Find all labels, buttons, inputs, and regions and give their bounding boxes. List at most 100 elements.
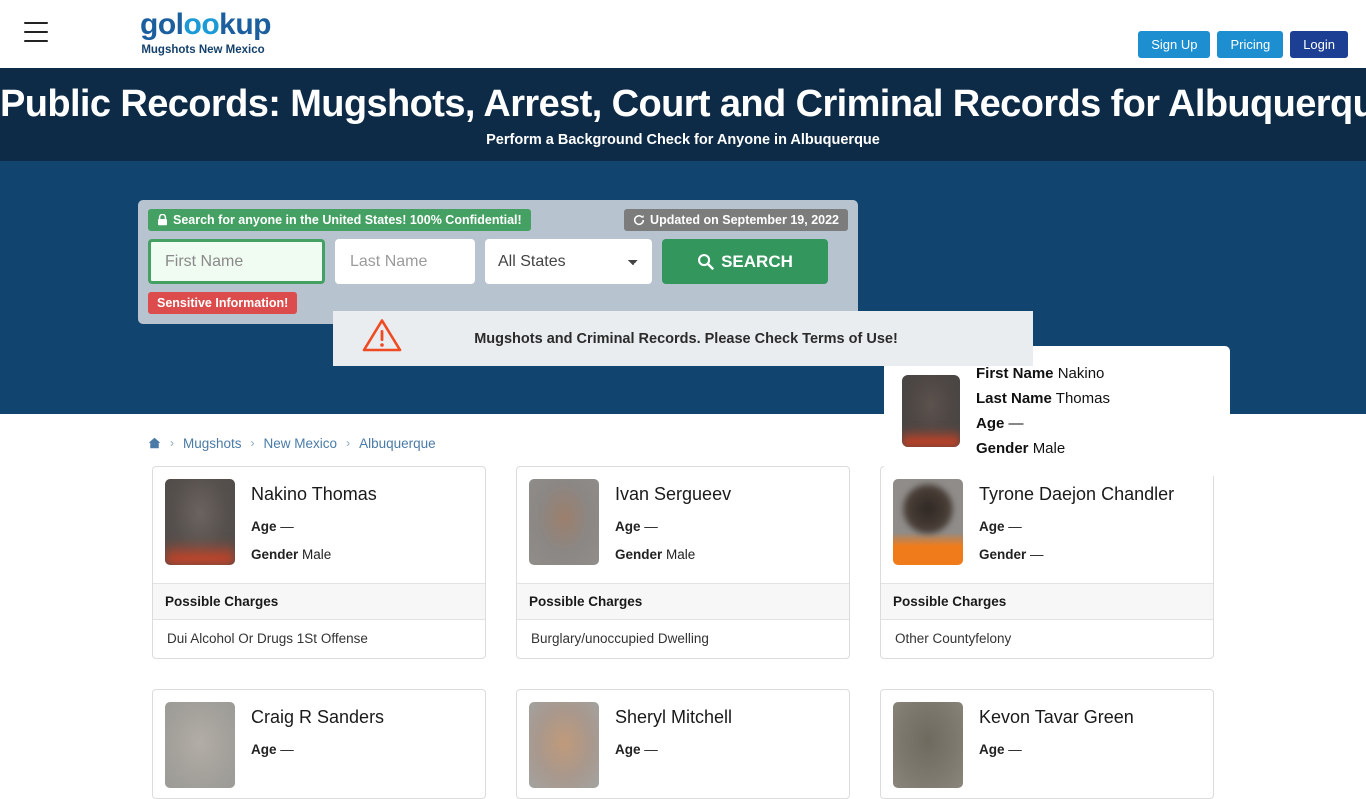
- age-value: —: [644, 519, 658, 534]
- gender-value: Male: [302, 547, 332, 562]
- updated-badge-text: Updated on September 19, 2022: [650, 213, 839, 227]
- person-name: Sheryl Mitchell: [615, 707, 733, 727]
- person-age-row: Age —: [979, 517, 1174, 537]
- person-age-row: Age —: [251, 740, 384, 760]
- logo-text-accent: oo: [183, 8, 220, 41]
- age-label: Age: [251, 742, 277, 757]
- top-actions: Sign Up Pricing Login: [1138, 31, 1348, 58]
- search-button[interactable]: SEARCH: [662, 239, 828, 284]
- state-select[interactable]: All States: [485, 239, 652, 284]
- person-name: Craig R Sanders: [251, 707, 385, 727]
- terms-warning-banner: Mugshots and Criminal Records. Please Ch…: [333, 311, 1033, 366]
- result-card-top: Craig R Sanders Age —: [153, 690, 485, 798]
- charges-header: Possible Charges: [517, 583, 849, 620]
- search-panel-badges: Search for anyone in the United States! …: [148, 209, 848, 231]
- person-gender-row: Gender Male: [251, 545, 377, 565]
- breadcrumb-separator: ›: [170, 436, 174, 450]
- result-card[interactable]: Nakino Thomas Age — Gender Male Possible…: [152, 466, 486, 659]
- mugshot-photo: [893, 702, 963, 788]
- featured-first-name-label: First Name: [976, 365, 1054, 382]
- mugshot-photo: [529, 702, 599, 788]
- charges-header: Possible Charges: [153, 583, 485, 620]
- gender-label: Gender: [251, 547, 299, 562]
- warning-icon-holder: [361, 317, 407, 360]
- featured-person-photo: [902, 375, 960, 447]
- first-name-input[interactable]: [148, 239, 325, 284]
- charges-header: Possible Charges: [881, 583, 1213, 620]
- mugshot-photo: [165, 702, 235, 788]
- hamburger-menu-icon[interactable]: [24, 22, 48, 42]
- lock-icon: [158, 214, 167, 226]
- age-value: —: [1008, 519, 1022, 534]
- featured-person-details: First Name Nakino Last Name Thomas Age —…: [976, 361, 1110, 461]
- result-card-info: Ivan Sergueev Age — Gender Male: [615, 479, 731, 573]
- breadcrumb-separator: ›: [346, 436, 351, 450]
- charge-text: Burglary/unoccupied Dwelling: [531, 631, 709, 646]
- age-value: —: [280, 742, 294, 757]
- logo-text-before: gol: [140, 8, 184, 41]
- featured-gender-label: Gender: [976, 440, 1029, 457]
- page-title: Public Records: Mugshots, Arrest, Court …: [0, 83, 1366, 125]
- age-label: Age: [615, 519, 641, 534]
- age-value: —: [280, 519, 294, 534]
- signup-button[interactable]: Sign Up: [1138, 31, 1211, 58]
- featured-gender-row: Gender Male: [976, 436, 1110, 461]
- brand-logo[interactable]: golookup Mugshots New Mexico: [140, 8, 271, 57]
- age-value: —: [644, 742, 658, 757]
- results-grid: Nakino Thomas Age — Gender Male Possible…: [0, 458, 1366, 799]
- pricing-button[interactable]: Pricing: [1217, 31, 1284, 58]
- charge-text: Other Countyfelony: [895, 631, 1012, 646]
- breadcrumb-item-albuquerque: Albuquerque: [359, 435, 436, 451]
- charge-text: Dui Alcohol Or Drugs 1St Offense: [167, 631, 368, 646]
- terms-warning: Mugshots and Criminal Records. Please Ch…: [333, 311, 1033, 366]
- login-button[interactable]: Login: [1290, 31, 1348, 58]
- person-age-row: Age —: [615, 740, 732, 760]
- person-gender-row: Gender Male: [615, 545, 731, 565]
- result-card[interactable]: Tyrone Daejon Chandler Age — Gender — Po…: [880, 466, 1214, 659]
- result-card-info: Craig R Sanders Age —: [251, 702, 384, 788]
- featured-age-value: —: [1008, 415, 1024, 432]
- featured-last-name-value: Thomas: [1055, 390, 1110, 407]
- last-name-input[interactable]: [335, 239, 475, 284]
- age-value: —: [1008, 742, 1022, 757]
- featured-age-label: Age: [976, 415, 1005, 432]
- featured-gender-value: Male: [1032, 440, 1066, 457]
- top-bar: golookup Mugshots New Mexico Sign Up Pri…: [0, 0, 1366, 68]
- hero-body: Search for anyone in the United States! …: [0, 161, 1366, 476]
- person-name: Kevon Tavar Green: [979, 707, 1134, 727]
- gender-label: Gender: [979, 547, 1027, 562]
- result-card[interactable]: Ivan Sergueev Age — Gender Male Possible…: [516, 466, 850, 659]
- age-label: Age: [979, 742, 1005, 757]
- result-card-top: Tyrone Daejon Chandler Age — Gender —: [881, 467, 1213, 583]
- gender-label: Gender: [615, 547, 663, 562]
- search-icon: [698, 254, 714, 270]
- result-card[interactable]: Kevon Tavar Green Age —: [880, 689, 1214, 799]
- breadcrumb-item-mugshots[interactable]: Mugshots: [183, 436, 242, 451]
- featured-last-name-label: Last Name: [976, 390, 1052, 407]
- mugshot-photo: [165, 479, 235, 565]
- terms-warning-text: Mugshots and Criminal Records. Please Ch…: [474, 330, 898, 347]
- gender-value: —: [1030, 547, 1044, 562]
- result-card[interactable]: Craig R Sanders Age —: [152, 689, 486, 799]
- result-card-info: Nakino Thomas Age — Gender Male: [251, 479, 377, 573]
- gender-value: Male: [666, 547, 696, 562]
- home-icon[interactable]: [148, 437, 161, 449]
- result-card-info: Kevon Tavar Green Age —: [979, 702, 1134, 788]
- age-label: Age: [979, 519, 1005, 534]
- warning-triangle-icon: [362, 319, 402, 352]
- page-subtitle: Perform a Background Check for Anyone in…: [486, 132, 880, 148]
- refresh-icon: [634, 215, 645, 226]
- sensitive-info-badge: Sensitive Information!: [148, 292, 298, 314]
- result-card-top: Sheryl Mitchell Age —: [517, 690, 849, 798]
- breadcrumb-item-new-mexico[interactable]: New Mexico: [264, 436, 338, 451]
- search-panel: Search for anyone in the United States! …: [138, 200, 858, 324]
- confidential-badge-text: Search for anyone in the United States! …: [173, 213, 522, 227]
- person-age-row: Age —: [615, 517, 731, 537]
- result-card[interactable]: Sheryl Mitchell Age —: [516, 689, 850, 799]
- featured-last-name-row: Last Name Thomas: [976, 386, 1110, 411]
- updated-badge: Updated on September 19, 2022: [624, 209, 848, 231]
- person-age-row: Age —: [979, 740, 1134, 760]
- age-label: Age: [251, 519, 277, 534]
- person-name: Ivan Sergueev: [615, 484, 732, 504]
- person-name: Nakino Thomas: [251, 484, 377, 504]
